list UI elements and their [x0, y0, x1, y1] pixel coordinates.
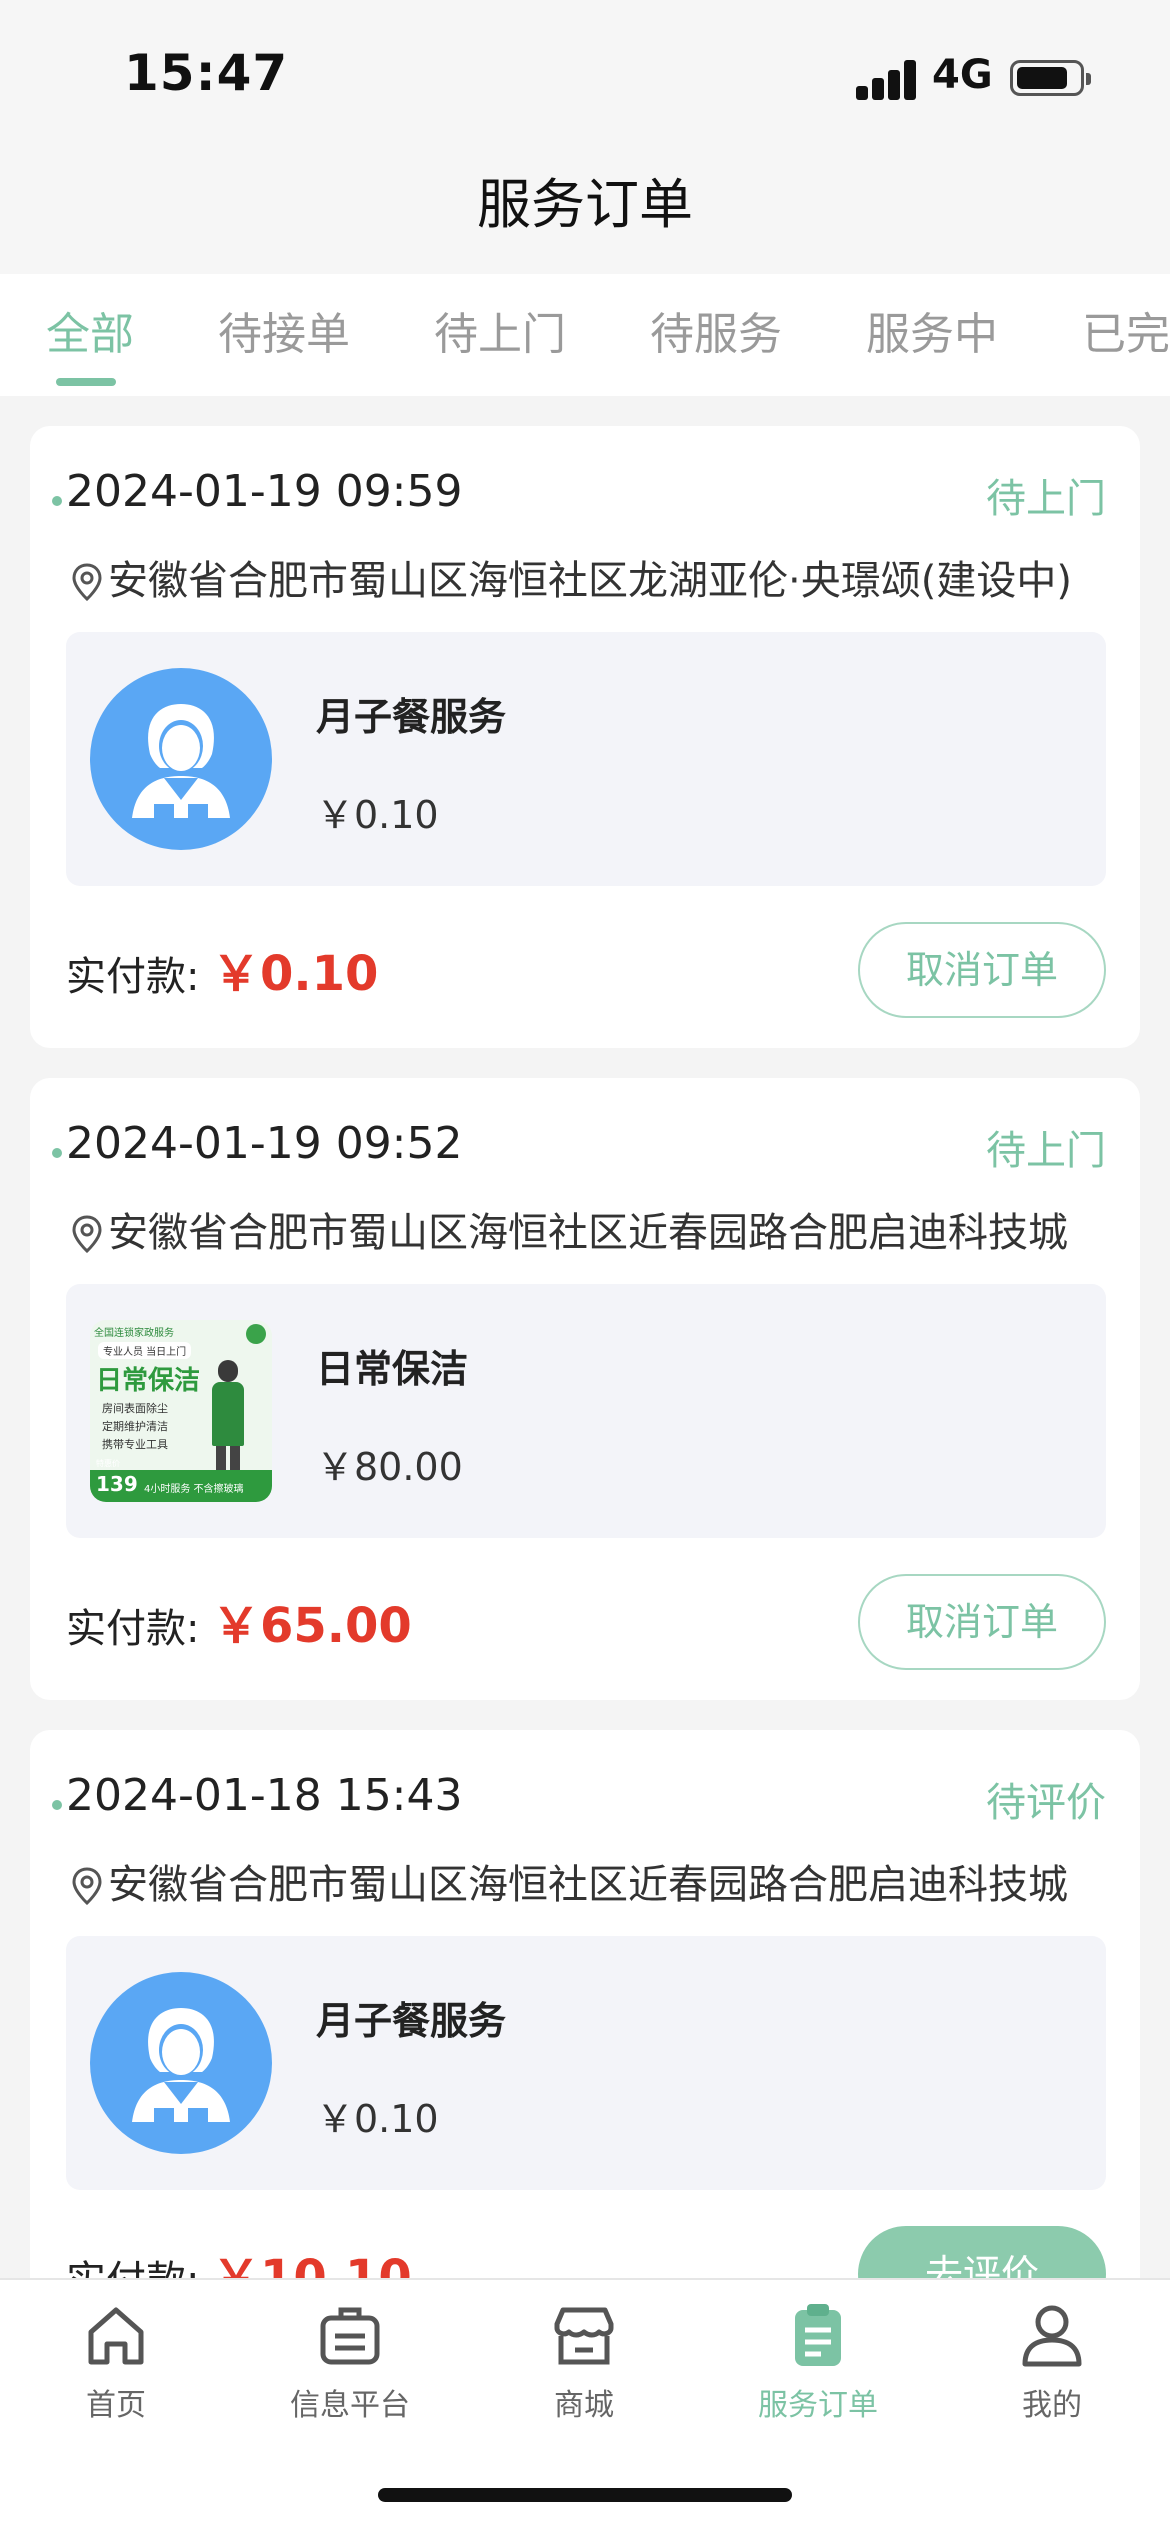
- order-address: 安徽省合肥市蜀山区海恒社区龙湖亚伦·央璟颂(建设中): [70, 548, 1110, 606]
- product-price: ￥0.10: [316, 793, 439, 837]
- order-card[interactable]: 2024-01-19 09:52 待上门 安徽省合肥市蜀山区海恒社区近春园路合肥…: [30, 1078, 1140, 1700]
- order-date: 2024-01-19 09:59: [52, 466, 463, 517]
- cancel-order-button[interactable]: 取消订单: [858, 1574, 1106, 1670]
- tabbar-label: 商城: [554, 2388, 614, 2423]
- tabbar-item-profile[interactable]: 我的: [952, 2300, 1152, 2424]
- thumb-logo-icon: [246, 1324, 266, 1344]
- thumb-line: 携带专业工具: [102, 1438, 168, 1451]
- pay-amount: ￥0.10: [212, 946, 379, 1002]
- order-card[interactable]: 2024-01-18 15:43 待评价 安徽省合肥市蜀山区海恒社区近春园路合肥…: [30, 1730, 1140, 2352]
- tab-pending-accept[interactable]: 待接单: [218, 298, 350, 362]
- order-date-text: 2024-01-19 09:52: [66, 1118, 463, 1169]
- order-status: 待上门: [986, 476, 1106, 522]
- cancel-order-button[interactable]: 取消订单: [858, 922, 1106, 1018]
- order-status: 待上门: [986, 1128, 1106, 1174]
- product-name: 月子餐服务: [316, 695, 507, 739]
- home-indicator[interactable]: [378, 2488, 792, 2502]
- order-date-text: 2024-01-19 09:59: [66, 466, 463, 517]
- thumb-price: 139: [96, 1472, 138, 1496]
- tab-pending-visit[interactable]: 待上门: [434, 298, 566, 362]
- product-name: 月子餐服务: [316, 1999, 507, 2043]
- store-icon: [554, 2307, 614, 2365]
- cleaning-service-image: 全国连锁家政服务 专业人员 当日上门 日常保洁 房间表面除尘 定期维护清洁 携带…: [90, 1320, 272, 1502]
- tabbar-label: 首页: [86, 2388, 146, 2423]
- tabbar-item-home[interactable]: 首页: [16, 2300, 216, 2424]
- product-price: ￥0.10: [316, 2097, 439, 2141]
- tabbar-item-store[interactable]: 商城: [484, 2300, 684, 2424]
- product-name: 日常保洁: [316, 1347, 469, 1391]
- location-pin-icon: [72, 1867, 102, 1906]
- thumb-line: 定期维护清洁: [102, 1420, 168, 1433]
- product-box[interactable]: 月子餐服务 ￥0.10: [66, 632, 1106, 886]
- location-pin-icon: [72, 563, 102, 602]
- order-date-text: 2024-01-18 15:43: [66, 1770, 463, 1821]
- tab-pending-service[interactable]: 待服务: [650, 298, 782, 362]
- status-bar: 15:47 4G: [0, 0, 1170, 150]
- pay-label: 实付款:: [66, 1606, 200, 1652]
- tab-in-service[interactable]: 服务中: [866, 298, 998, 362]
- user-icon: [1022, 2305, 1082, 2367]
- nav-bar: 服务订单: [0, 150, 1170, 274]
- avatar: [90, 1972, 272, 2154]
- signal-icon: [856, 60, 918, 100]
- tab-indicator: [56, 378, 116, 386]
- status-time: 15:47: [124, 44, 289, 102]
- tabbar-label: 信息平台: [290, 2388, 410, 2423]
- order-status: 待评价: [986, 1780, 1106, 1826]
- product-box[interactable]: 月子餐服务 ￥0.10: [66, 1936, 1106, 2190]
- product-price: ￥80.00: [316, 1445, 463, 1489]
- thumb-banner: 全国连锁家政服务: [94, 1328, 174, 1339]
- tabbar-label: 我的: [1022, 2388, 1082, 2423]
- tabbar-item-orders[interactable]: 服务订单: [718, 2300, 918, 2424]
- briefcase-icon: [320, 2307, 380, 2365]
- avatar: [90, 668, 272, 850]
- product-box[interactable]: 全国连锁家政服务 专业人员 当日上门 日常保洁 房间表面除尘 定期维护清洁 携带…: [66, 1284, 1106, 1538]
- service-avatar-icon: [90, 668, 272, 850]
- tab-all[interactable]: 全部: [46, 298, 134, 362]
- order-address: 安徽省合肥市蜀山区海恒社区近春园路合肥启迪科技城: [70, 1200, 1110, 1258]
- thumb-footer: 4小时服务 不含擦玻璃: [144, 1484, 244, 1495]
- location-pin-icon: [72, 1215, 102, 1254]
- battery-icon: [1010, 60, 1091, 96]
- thumb-price-tag: 特惠价: [96, 1459, 120, 1468]
- service-avatar-icon: [90, 1972, 272, 2154]
- cleaner-figure: [208, 1360, 248, 1470]
- tabbar-label: 服务订单: [758, 2388, 878, 2423]
- thumb-line: 房间表面除尘: [102, 1402, 168, 1415]
- order-date: 2024-01-19 09:52: [52, 1118, 463, 1169]
- tab-completed[interactable]: 已完: [1082, 298, 1170, 362]
- address-text: 安徽省合肥市蜀山区海恒社区近春园路合肥启迪科技城: [108, 1210, 1068, 1256]
- address-text: 安徽省合肥市蜀山区海恒社区近春园路合肥启迪科技城: [108, 1862, 1068, 1908]
- pay-label: 实付款:: [66, 954, 200, 1000]
- order-address: 安徽省合肥市蜀山区海恒社区近春园路合肥启迪科技城: [70, 1852, 1110, 1910]
- home-icon: [88, 2307, 144, 2365]
- network-label: 4G: [932, 52, 993, 98]
- page-title: 服务订单: [477, 173, 693, 236]
- thumb-headline: 日常保洁: [96, 1366, 201, 1396]
- order-status-tabs: 全部 待接单 待上门 待服务 服务中 已完: [0, 274, 1170, 396]
- clipboard-icon: [795, 2304, 841, 2366]
- order-card[interactable]: 2024-01-19 09:59 待上门 安徽省合肥市蜀山区海恒社区龙湖亚伦·央…: [30, 426, 1140, 1048]
- address-text: 安徽省合肥市蜀山区海恒社区龙湖亚伦·央璟颂(建设中): [108, 558, 1072, 604]
- thumb-tag: 专业人员 当日上门: [98, 1342, 192, 1359]
- order-date: 2024-01-18 15:43: [52, 1770, 463, 1821]
- tabbar-item-info[interactable]: 信息平台: [250, 2300, 450, 2424]
- pay-amount: ￥65.00: [212, 1598, 412, 1654]
